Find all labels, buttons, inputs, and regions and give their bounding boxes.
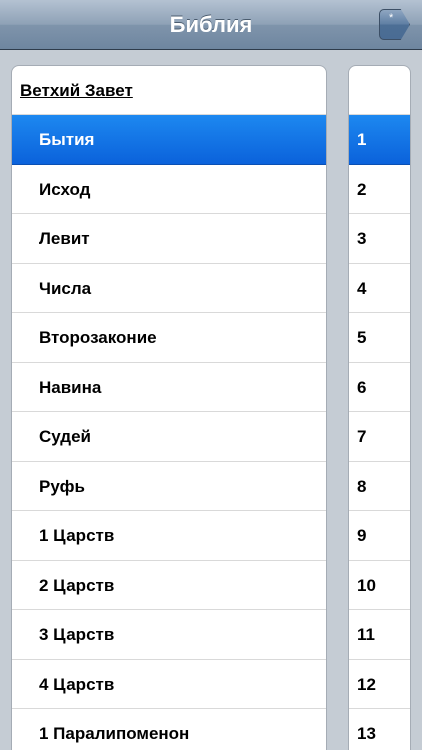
chapter-item[interactable]: 9	[349, 511, 410, 561]
chapter-item[interactable]: 11	[349, 610, 410, 660]
navigation-bar: Библия *	[0, 0, 422, 50]
book-item[interactable]: 1 Паралипоменон	[12, 709, 326, 750]
chapter-item[interactable]: 3	[349, 214, 410, 264]
section-header-old-testament: Ветхий Завет	[12, 66, 326, 115]
book-item[interactable]: Судей	[12, 412, 326, 462]
chapter-item[interactable]: 12	[349, 660, 410, 709]
book-list[interactable]: Ветхий Завет Бытия Исход Левит Числа Второза…	[11, 65, 327, 750]
book-item[interactable]: 3 Царств	[12, 610, 326, 660]
bookmark-tag-icon: *	[389, 12, 394, 24]
book-item[interactable]: 4 Царств	[12, 660, 326, 709]
book-item[interactable]: Навина	[12, 363, 326, 412]
chapter-item[interactable]: 1	[349, 115, 410, 165]
chapter-list[interactable]: 1 2 3 4 5 6 7 8 9 10 11 12 13	[348, 65, 411, 750]
chapter-item[interactable]: 4	[349, 264, 410, 313]
chapter-item[interactable]: 7	[349, 412, 410, 462]
book-item[interactable]: Бытия	[12, 115, 326, 165]
book-item[interactable]: Левит	[12, 214, 326, 264]
chapter-item[interactable]: 2	[349, 165, 410, 214]
chapter-list-header	[349, 66, 410, 115]
book-item[interactable]: Второзаконие	[12, 313, 326, 363]
chapter-item[interactable]: 6	[349, 363, 410, 412]
book-item[interactable]: 1 Царств	[12, 511, 326, 561]
chapter-item[interactable]: 13	[349, 709, 410, 750]
book-item[interactable]: Исход	[12, 165, 326, 214]
book-item[interactable]: Руфь	[12, 462, 326, 511]
chapter-item[interactable]: 8	[349, 462, 410, 511]
page-title: Библия	[169, 12, 253, 37]
chapter-item[interactable]: 5	[349, 313, 410, 363]
book-item[interactable]: Числа	[12, 264, 326, 313]
book-item[interactable]: 2 Царств	[12, 561, 326, 610]
chapter-item[interactable]: 10	[349, 561, 410, 610]
